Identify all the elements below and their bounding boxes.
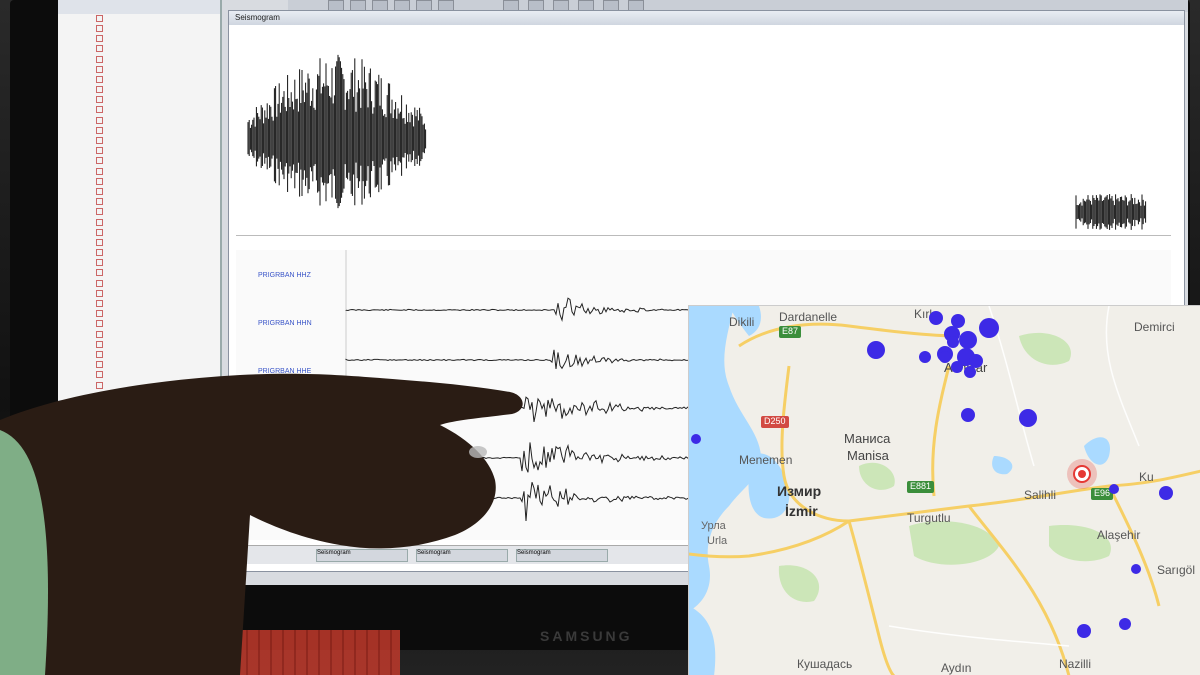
quake-marker[interactable] — [964, 366, 976, 378]
channel-row[interactable] — [58, 197, 220, 207]
trace-label: PRIGRBAN HHZ — [258, 272, 311, 279]
road-shield: E881 — [907, 481, 935, 493]
quake-marker[interactable] — [1109, 484, 1119, 494]
channel-row[interactable] — [58, 309, 220, 319]
channel-row[interactable] — [58, 289, 220, 299]
channel-row[interactable] — [58, 167, 220, 177]
quake-marker[interactable] — [1119, 618, 1131, 630]
quake-marker[interactable] — [959, 331, 977, 349]
quake-marker[interactable] — [1131, 564, 1141, 574]
trace-label: PRIGRBAN HHN — [258, 320, 312, 327]
earthquake-map[interactable]: Dardanelle Dikili Kırk Akhisar Demirci М… — [688, 305, 1200, 675]
quake-marker[interactable] — [1159, 486, 1173, 500]
main-waveform-panel — [236, 40, 1171, 236]
channel-row[interactable] — [58, 96, 220, 106]
map-place-label: Turgutlu — [907, 511, 951, 525]
channel-row[interactable] — [58, 146, 220, 156]
quake-marker[interactable] — [919, 351, 931, 363]
map-place-label: İzmir — [785, 503, 818, 519]
map-place-label: Menemen — [739, 453, 793, 467]
status-tab[interactable]: Seismogram — [316, 549, 408, 562]
map-place-label: Alaşehir — [1097, 528, 1141, 542]
channel-row[interactable] — [58, 248, 220, 258]
epicenter-dot — [1078, 470, 1086, 478]
monitor-brand: SAMSUNG — [540, 628, 633, 644]
channel-row[interactable] — [58, 259, 220, 269]
map-place-label: Маниса — [844, 431, 891, 446]
status-tab[interactable]: Seismogram — [516, 549, 608, 562]
channel-row[interactable] — [58, 14, 220, 24]
channel-row[interactable] — [58, 238, 220, 248]
quake-marker[interactable] — [867, 341, 885, 359]
channel-row[interactable] — [58, 218, 220, 228]
channel-list-panel — [58, 0, 222, 400]
keyboard — [140, 630, 400, 675]
map-place-label: Ku — [1139, 470, 1154, 484]
road-shield: D250 — [761, 416, 789, 428]
map-place-label: Dardanelle — [779, 310, 838, 324]
channel-row[interactable] — [58, 177, 220, 187]
map-place-label: Кушадась — [797, 657, 853, 671]
map-place-label: Sarıgöl — [1157, 563, 1196, 577]
quake-marker[interactable] — [1019, 409, 1037, 427]
channel-row[interactable] — [58, 126, 220, 136]
channel-row[interactable] — [58, 381, 220, 391]
channel-row[interactable] — [58, 320, 220, 330]
quake-marker[interactable] — [979, 318, 999, 338]
seismogram-window-title: Seismogram — [229, 11, 1184, 25]
channel-row[interactable] — [58, 136, 220, 146]
status-tab[interactable]: Seismogram — [416, 549, 508, 562]
channel-list — [58, 14, 220, 391]
main-waveform — [247, 54, 1147, 230]
channel-row[interactable] — [58, 24, 220, 34]
quake-marker[interactable] — [939, 351, 951, 363]
channel-row[interactable] — [58, 34, 220, 44]
channel-row[interactable] — [58, 330, 220, 340]
quake-marker[interactable] — [691, 434, 701, 444]
channel-row[interactable] — [58, 106, 220, 116]
channel-row[interactable] — [58, 269, 220, 279]
channel-row[interactable] — [58, 187, 220, 197]
channel-row[interactable] — [58, 45, 220, 55]
road-shield: E87 — [779, 326, 802, 338]
quake-marker[interactable] — [961, 408, 975, 422]
trace-label: PRIGRBAN HHE — [258, 368, 312, 375]
map-place-label: Aydın — [941, 661, 972, 675]
map-place-label: Измир — [777, 483, 822, 499]
channel-row[interactable] — [58, 116, 220, 126]
photo-scene: Seismogram PRIGRBAN HHZ PRIGRBAN HHN PRI… — [0, 0, 1200, 675]
map-place-label: Урла — [701, 520, 726, 532]
channel-row[interactable] — [58, 360, 220, 370]
channel-row[interactable] — [58, 85, 220, 95]
channel-row[interactable] — [58, 371, 220, 381]
quake-marker[interactable] — [1077, 624, 1091, 638]
quake-marker[interactable] — [947, 336, 959, 348]
channel-row[interactable] — [58, 157, 220, 167]
channel-row[interactable] — [58, 350, 220, 360]
channel-row[interactable] — [58, 228, 220, 238]
channel-row[interactable] — [58, 55, 220, 65]
map-place-label: Urla — [707, 535, 728, 547]
channel-row[interactable] — [58, 340, 220, 350]
channel-list-header — [58, 0, 220, 14]
map-place-label: Dikili — [729, 315, 755, 329]
channel-row[interactable] — [58, 299, 220, 309]
quake-marker[interactable] — [929, 311, 943, 325]
channel-row[interactable] — [58, 279, 220, 289]
channel-row[interactable] — [58, 65, 220, 75]
map-place-label: Nazilli — [1059, 657, 1092, 671]
map-place-label: Manisa — [847, 448, 889, 463]
quake-marker[interactable] — [951, 361, 963, 373]
map-place-label: Demirci — [1134, 320, 1175, 334]
channel-row[interactable] — [58, 75, 220, 85]
channel-row[interactable] — [58, 208, 220, 218]
map-place-label: Salihli — [1024, 488, 1057, 502]
